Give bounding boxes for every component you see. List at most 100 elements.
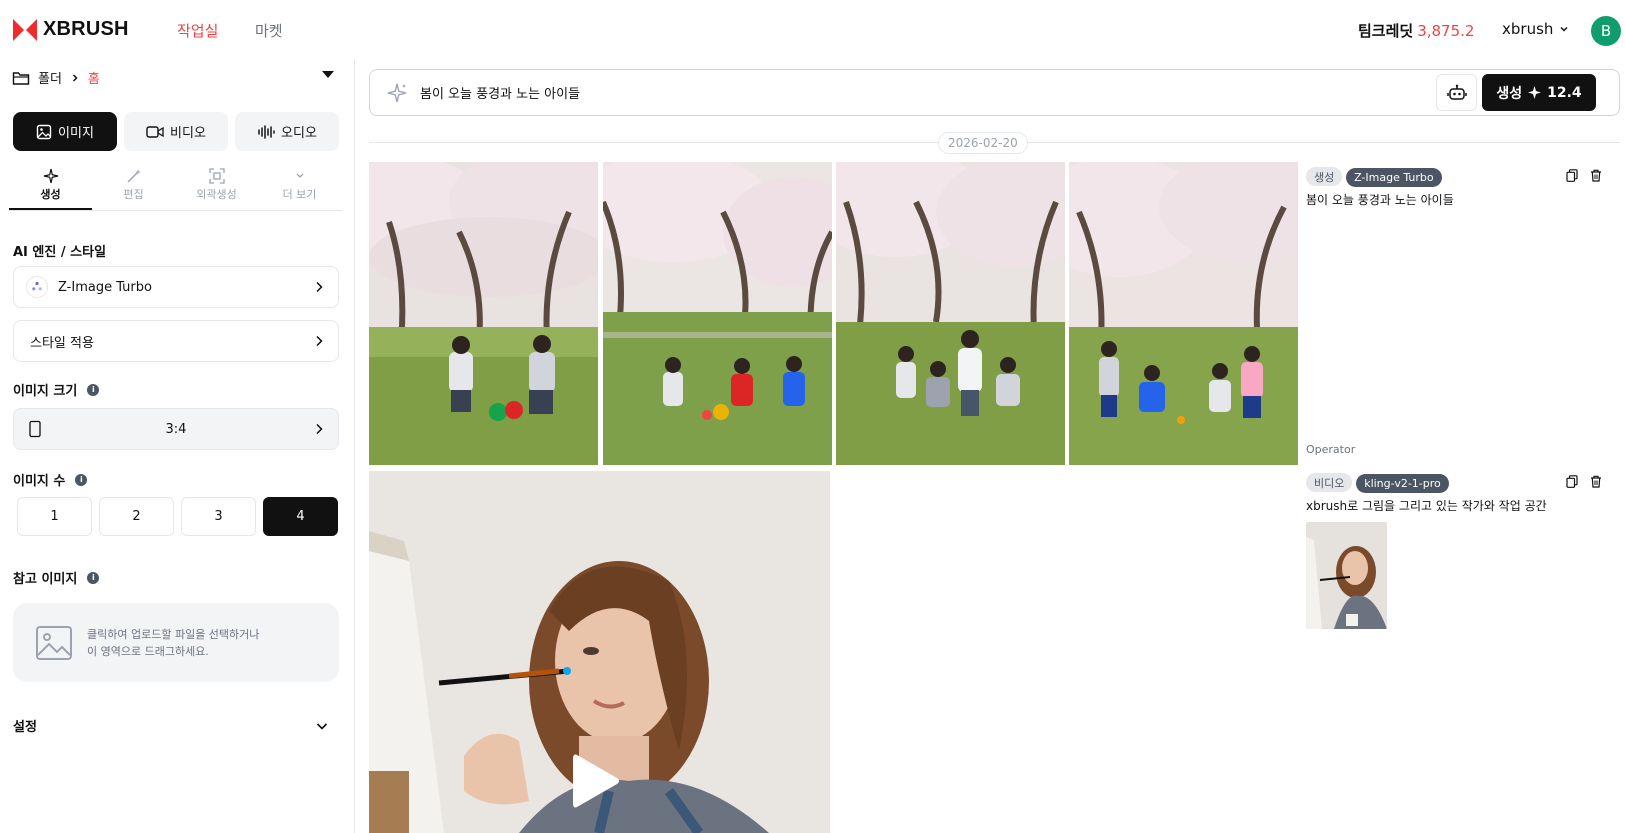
entry-2-reference-thumbnail[interactable] — [1306, 522, 1387, 629]
nav-tab-workspace[interactable]: 작업실 — [177, 20, 218, 41]
breadcrumb-folder[interactable]: 폴더 — [38, 68, 62, 87]
user-menu[interactable]: xbrush — [1502, 20, 1569, 38]
subtab-label: 편집 — [123, 188, 144, 201]
subtab-generate[interactable]: 생성 — [9, 164, 92, 210]
generate-cost: 12.4 — [1547, 84, 1582, 101]
type-tag: 비디오 — [1306, 473, 1353, 492]
operator-label: Operator — [1306, 443, 1356, 456]
image-size-select[interactable]: 3:4 — [13, 408, 339, 450]
mode-tab-label: 비디오 — [170, 126, 206, 141]
artist-thumbnail — [1306, 522, 1387, 629]
subtab-edit[interactable]: 편집 — [92, 164, 175, 210]
folder-icon — [12, 71, 30, 85]
chevron-down-icon — [316, 722, 328, 730]
play-icon[interactable] — [569, 751, 621, 811]
breadcrumb: 폴더 홈 — [12, 68, 100, 87]
entry-1-tags: 생성 Z-Image Turbo — [1306, 167, 1442, 187]
mode-tabs: 이미지 비디오 오디오 — [13, 112, 339, 151]
assistant-bot-button[interactable] — [1436, 74, 1477, 111]
mode-tab-video[interactable]: 비디오 — [124, 112, 228, 151]
chevron-right-icon — [72, 73, 78, 82]
reference-upload-dropzone[interactable]: 클릭하여 업로드할 파일을 선택하거나 이 영역으로 드래그하세요. — [13, 603, 339, 682]
copy-icon[interactable] — [1566, 475, 1578, 488]
prompt-bar: 봄이 오늘 풍경과 노는 아이들 생성 12.4 — [369, 69, 1620, 116]
entry-1-actions — [1566, 169, 1602, 182]
video-icon — [146, 125, 164, 138]
breadcrumb-home[interactable]: 홈 — [88, 68, 100, 87]
caret-down-icon[interactable] — [322, 71, 334, 79]
chevron-down-icon — [296, 173, 303, 178]
subtab-outpaint[interactable]: 외곽생성 — [175, 164, 258, 210]
entry-1-prompt: 봄이 오늘 풍경과 노는 아이들 — [1306, 193, 1454, 207]
settings-label: 설정 — [13, 720, 37, 735]
type-tag: 생성 — [1306, 167, 1343, 186]
image-size-section: 이미지 크기 i — [13, 380, 100, 399]
generated-video[interactable] — [369, 471, 830, 833]
generated-image-3[interactable] — [836, 162, 1065, 465]
model-tag: kling-v2-1-pro — [1356, 473, 1449, 493]
image-placeholder-icon — [36, 625, 72, 660]
cherry-blossom-scene — [603, 162, 832, 465]
expand-icon — [208, 168, 225, 184]
entry-2-actions — [1566, 475, 1602, 488]
settings-toggle[interactable]: 설정 — [13, 716, 329, 735]
image-size-title: 이미지 크기 — [13, 384, 78, 399]
trash-icon[interactable] — [1590, 475, 1602, 488]
engine-logo-icon — [26, 276, 48, 298]
brand-name: XBRUSH — [43, 18, 129, 40]
reference-section: 참고 이미지 i — [13, 568, 100, 587]
info-icon[interactable]: i — [75, 473, 88, 486]
upload-line-2: 이 영역으로 드래그하세요. — [87, 644, 209, 658]
mode-tab-image[interactable]: 이미지 — [13, 112, 117, 151]
info-icon[interactable]: i — [87, 383, 100, 396]
mode-tab-label: 오디오 — [281, 126, 317, 141]
chevron-right-icon — [316, 335, 323, 347]
copy-icon[interactable] — [1566, 169, 1578, 182]
model-tag: Z-Image Turbo — [1346, 167, 1442, 187]
count-option-2[interactable]: 2 — [99, 497, 174, 536]
wand-icon — [127, 169, 141, 183]
count-option-1[interactable]: 1 — [17, 497, 92, 536]
image-count-title: 이미지 수 — [13, 474, 66, 489]
engine-section-title: AI 엔진 / 스타일 — [13, 245, 107, 260]
mode-tab-label: 이미지 — [58, 126, 94, 141]
generated-image-2[interactable] — [603, 162, 832, 465]
reference-title: 참고 이미지 — [13, 572, 78, 587]
generated-image-4[interactable] — [1069, 162, 1298, 465]
chevron-down-icon — [1560, 26, 1568, 32]
image-count-section: 이미지 수 i — [13, 470, 88, 489]
subtabs: 생성 편집 외곽생성 더 보기 — [9, 164, 342, 211]
entry-2-prompt: xbrush로 그림을 그리고 있는 작가와 작업 공간 — [1306, 499, 1547, 513]
mode-tab-audio[interactable]: 오디오 — [235, 112, 339, 151]
team-credits: 팀크레딧 3,875.2 — [1358, 20, 1474, 41]
robot-icon — [1446, 84, 1467, 100]
engine-value: Z-Image Turbo — [58, 279, 152, 295]
username: xbrush — [1502, 20, 1554, 38]
xbrush-logo-icon — [13, 18, 37, 41]
engine-select[interactable]: Z-Image Turbo — [13, 266, 339, 308]
generated-image-1[interactable] — [369, 162, 598, 465]
prompt-input[interactable]: 봄이 오늘 풍경과 노는 아이들 — [420, 83, 580, 102]
chevron-right-icon — [316, 281, 323, 293]
avatar[interactable]: B — [1591, 16, 1621, 46]
subtab-label: 외곽생성 — [196, 188, 237, 201]
style-value: 스타일 적용 — [30, 335, 94, 351]
sparkle-icon — [387, 83, 407, 102]
brand-logo[interactable]: XBRUSH — [13, 18, 129, 41]
nav-tab-market[interactable]: 마켓 — [255, 20, 283, 41]
subtab-label: 더 보기 — [282, 188, 317, 201]
count-option-4[interactable]: 4 — [263, 497, 338, 536]
info-icon[interactable]: i — [87, 571, 100, 584]
credits-value: 3,875.2 — [1417, 22, 1475, 40]
sparkle-icon — [43, 168, 58, 184]
cherry-blossom-scene — [369, 162, 598, 465]
subtab-more[interactable]: 더 보기 — [258, 164, 341, 210]
upload-line-1: 클릭하여 업로드할 파일을 선택하거나 — [87, 627, 260, 641]
entry-2-tags: 비디오 kling-v2-1-pro — [1306, 473, 1449, 493]
count-option-3[interactable]: 3 — [181, 497, 256, 536]
subtab-label: 생성 — [40, 188, 61, 201]
style-select[interactable]: 스타일 적용 — [13, 320, 339, 362]
generate-button[interactable]: 생성 12.4 — [1482, 74, 1596, 111]
trash-icon[interactable] — [1590, 169, 1602, 182]
cherry-blossom-scene — [1069, 162, 1298, 465]
